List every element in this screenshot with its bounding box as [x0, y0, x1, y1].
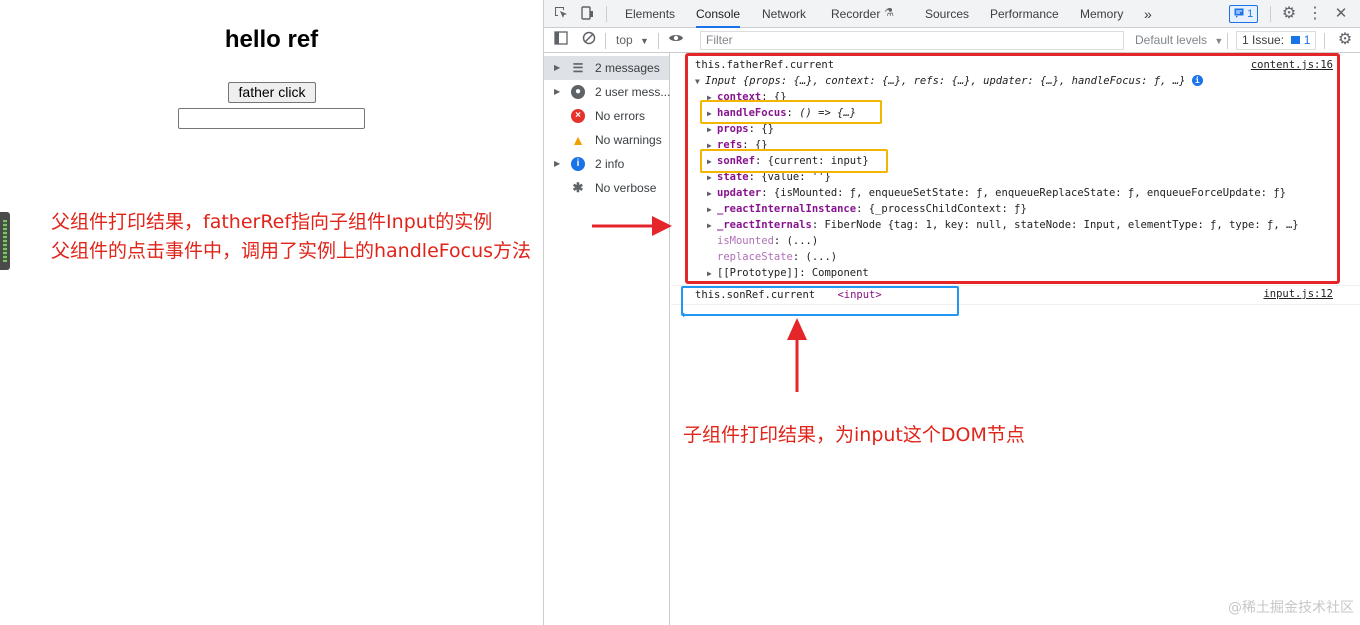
watermark: @稀土掘金技术社区: [1228, 600, 1354, 616]
annotation-arrows: [592, 216, 807, 392]
arrow-right-icon: [592, 216, 672, 236]
arrow-up-icon: [787, 318, 807, 392]
